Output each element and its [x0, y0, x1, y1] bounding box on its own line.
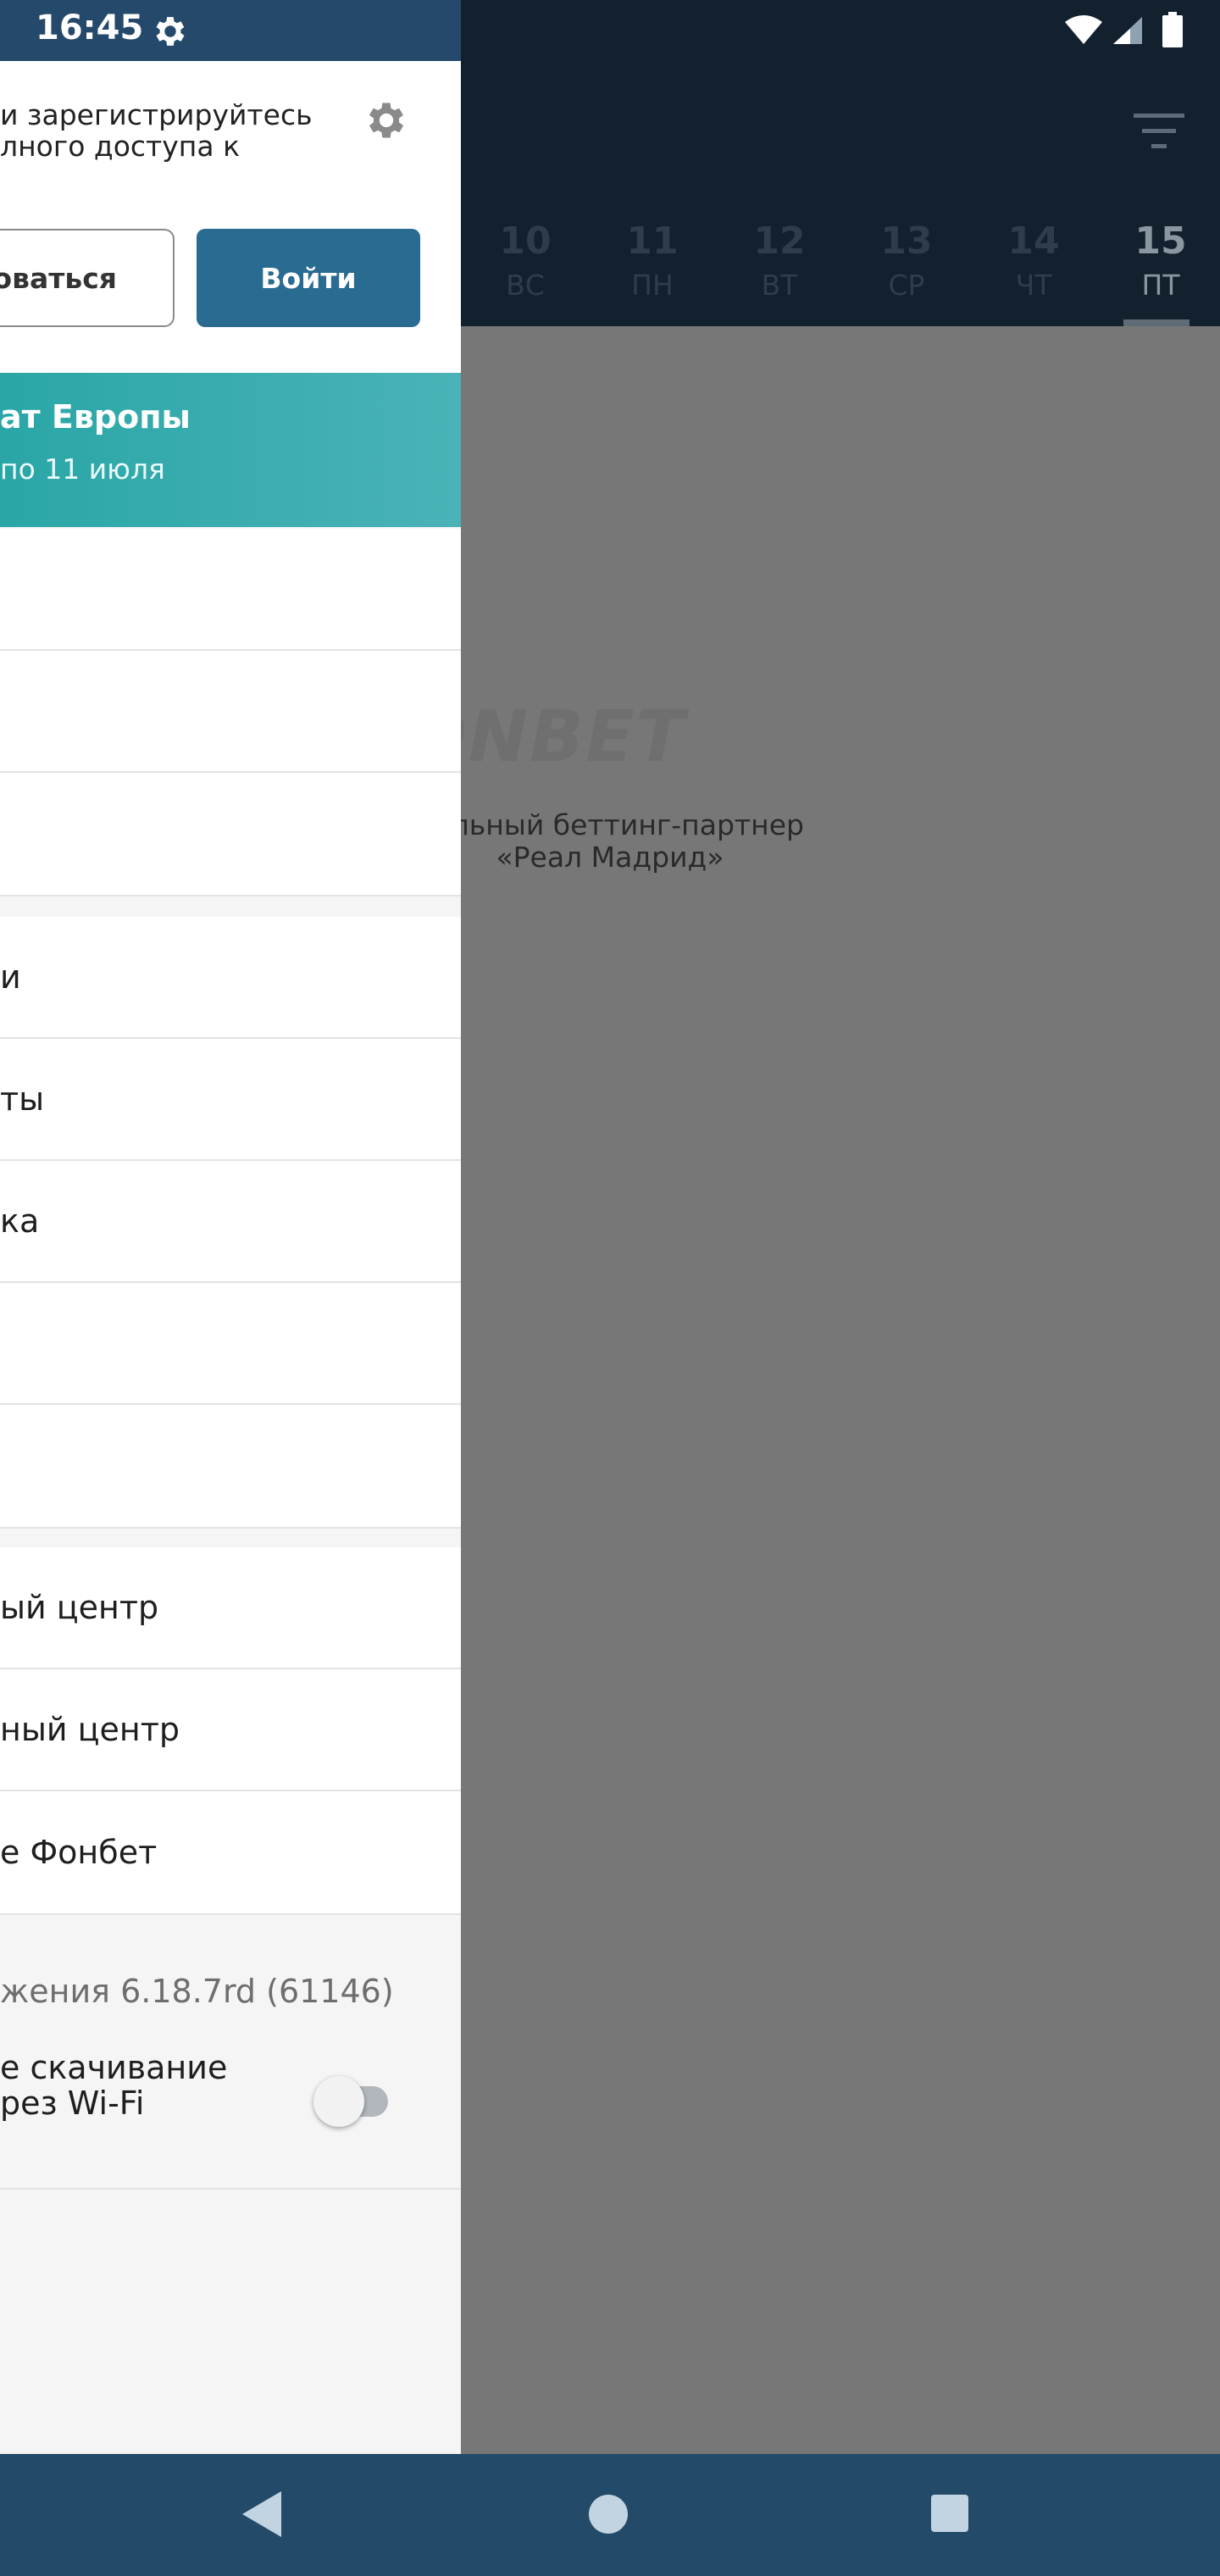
menu-group-info: ый центр ный центр е Фонбет — [0, 1547, 461, 1913]
date-item[interactable]: 13 СР — [843, 216, 970, 304]
group-divider — [0, 1527, 461, 1529]
menu-item[interactable] — [0, 529, 461, 651]
gear-icon[interactable] — [363, 97, 410, 144]
selected-date-indicator — [1123, 319, 1190, 326]
date-number: 14 — [1007, 219, 1060, 263]
date-item[interactable]: 12 ВТ — [716, 216, 843, 304]
date-number: 13 — [880, 219, 933, 263]
menu-group-main — [0, 529, 461, 895]
menu-item[interactable] — [0, 773, 461, 895]
promo-subtitle: по 11 июля — [0, 452, 165, 486]
group-divider — [0, 1913, 461, 1915]
autodownload-label-line2: рез Wi-Fi — [0, 2085, 145, 2122]
filter-icon[interactable] — [1134, 110, 1184, 153]
autodownload-label-line1: е скачивание — [0, 2049, 228, 2086]
settings-gear-icon — [156, 17, 185, 46]
date-weekday: ВТ — [761, 269, 798, 302]
menu-item[interactable] — [0, 1405, 461, 1527]
menu-group-secondary: и ты ка — [0, 917, 461, 1527]
menu-item[interactable]: и — [0, 917, 461, 1039]
date-weekday: ВС — [506, 269, 545, 302]
recent-apps-icon[interactable] — [931, 2495, 968, 2532]
menu-item[interactable]: е Фонбет — [0, 1791, 461, 1913]
battery-icon — [1162, 12, 1183, 47]
date-item[interactable]: 10 ВС — [462, 216, 589, 304]
wifi-icon — [1065, 15, 1102, 44]
date-weekday: ПН — [631, 269, 674, 302]
back-icon[interactable] — [241, 2490, 283, 2539]
toggle-thumb — [313, 2076, 364, 2127]
date-number: 15 — [1134, 219, 1187, 263]
login-button[interactable]: Войти — [197, 229, 420, 327]
autodownload-label: е скачивание рез Wi-Fi — [0, 2050, 227, 2121]
promo-title: ат Европы — [0, 398, 191, 436]
menu-item[interactable] — [0, 1283, 461, 1405]
status-clock: 16:45 — [36, 8, 144, 47]
register-button[interactable]: оваться — [0, 229, 175, 327]
login-prompt: и зарегистрируйтесь лного доступа к — [0, 99, 322, 162]
cell-signal-icon — [1113, 17, 1142, 44]
date-number: 10 — [499, 219, 552, 263]
menu-item[interactable]: ка — [0, 1161, 461, 1283]
app-version: жения 6.18.7rd (61146) — [0, 1973, 394, 2010]
menu-item[interactable]: ый центр — [0, 1547, 461, 1669]
date-number: 11 — [626, 219, 679, 263]
autodownload-toggle[interactable] — [313, 2076, 393, 2127]
date-weekday: ЧТ — [1015, 269, 1052, 302]
footer-divider — [0, 2188, 461, 2190]
date-weekday: ПТ — [1141, 269, 1180, 302]
date-item[interactable]: 11 ПН — [589, 216, 716, 304]
date-number: 12 — [753, 219, 806, 263]
menu-item[interactable]: ты — [0, 1039, 461, 1161]
date-strip: 10 ВС 11 ПН 12 ВТ 13 СР 14 ЧТ 15 ПТ — [462, 216, 1220, 326]
home-icon[interactable] — [589, 2495, 628, 2534]
login-prompt-line1: и зарегистрируйтесь — [0, 98, 313, 131]
menu-item[interactable]: ный центр — [0, 1669, 461, 1791]
promo-banner[interactable] — [0, 373, 461, 527]
date-item-selected[interactable]: 15 ПТ — [1097, 216, 1220, 304]
menu-item[interactable] — [0, 651, 461, 773]
group-divider — [0, 895, 461, 897]
date-item[interactable]: 14 ЧТ — [970, 216, 1097, 304]
login-prompt-line2: лного доступа к — [0, 130, 240, 163]
date-weekday: СР — [888, 269, 925, 302]
navigation-drawer: и зарегистрируйтесь лного доступа к оват… — [0, 61, 461, 2454]
